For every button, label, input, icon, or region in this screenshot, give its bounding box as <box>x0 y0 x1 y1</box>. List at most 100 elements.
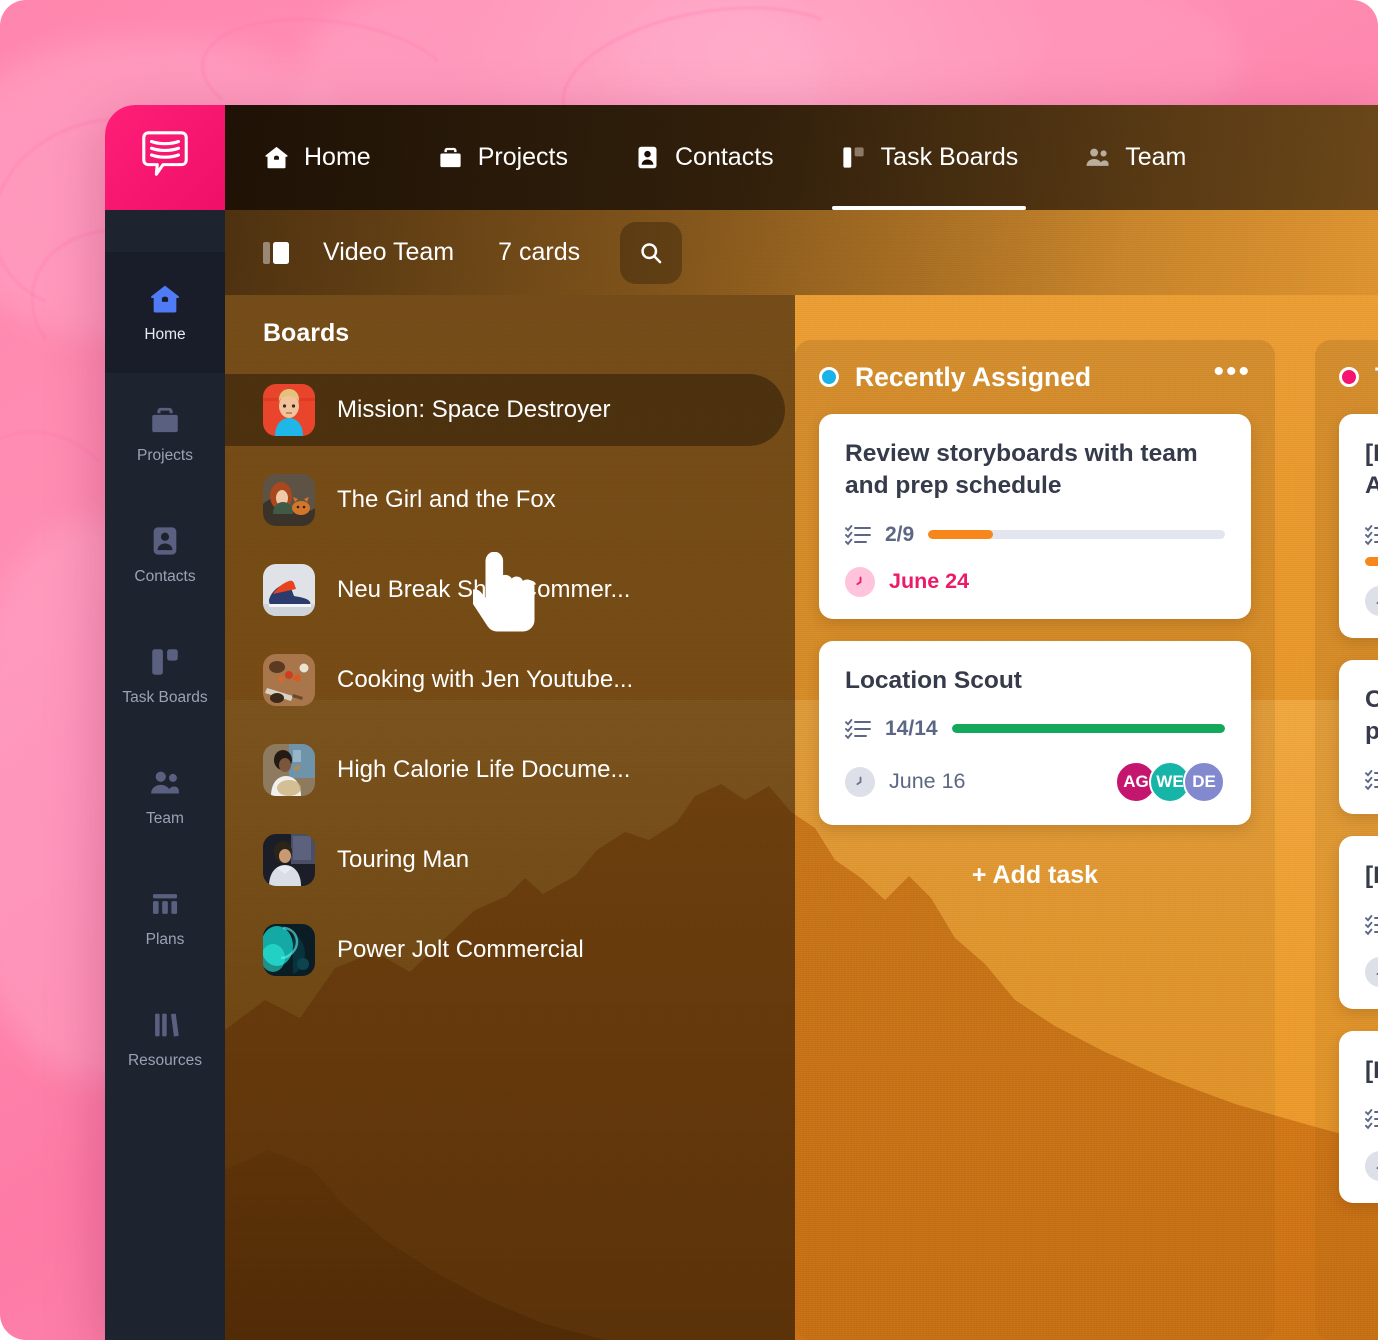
tab-contacts-label: Contacts <box>675 143 774 171</box>
task-due-row: Jul 12 - Jul ... <box>1365 956 1378 987</box>
sidebar-item-label: Contacts <box>134 567 196 585</box>
checklist-icon <box>845 718 871 740</box>
checklist-count: 14/14 <box>885 716 938 740</box>
briefcase-icon <box>148 403 182 437</box>
board-list-item-cooking-with-jen-youtube[interactable]: Cooking with Jen Youtube... <box>225 644 795 716</box>
task-due-row: Jul 4 - Jul ... <box>1365 585 1378 616</box>
tab-task-boards[interactable]: Task Boards <box>831 105 1026 210</box>
tab-projects[interactable]: Projects <box>437 105 568 210</box>
app-window: Home Projects Contacts Task Boards Team … <box>105 105 1378 1340</box>
sidebar-item-label: Team <box>146 809 184 827</box>
avatar[interactable]: DE <box>1183 760 1225 803</box>
task-progress-row: 8/36 <box>1365 1107 1378 1131</box>
board-thumbnail-man-car <box>263 834 315 886</box>
due-date: June 16 <box>889 769 966 794</box>
column-header: Recently Assigned ••• <box>819 340 1251 414</box>
app-logo[interactable] <box>105 105 225 210</box>
task-card[interactable]: Check with team on script progress 1/12 <box>1339 659 1378 815</box>
sidebar-item-resources[interactable]: Resources <box>105 978 225 1099</box>
sidebar-item-task-boards[interactable]: Task Boards <box>105 615 225 736</box>
checklist-icon <box>1365 1108 1378 1130</box>
add-task-button[interactable]: + Add task <box>819 847 1251 896</box>
progress-bar <box>928 530 1225 540</box>
board-list-item-high-calorie-life-documentary[interactable]: High Calorie Life Docume... <box>225 734 795 806</box>
search-button[interactable] <box>620 221 683 284</box>
sidebar-item-home[interactable]: Home <box>105 252 225 373</box>
clock-icon <box>1365 956 1378 987</box>
contact-card-icon <box>634 144 661 171</box>
tab-projects-label: Projects <box>477 143 568 171</box>
column-to-do: To Do [BTS] Organize shoot time on AV...… <box>1315 340 1378 1340</box>
board-name: Touring Man <box>337 846 470 873</box>
board-header-bar: Video Team 7 cards <box>225 210 1378 295</box>
board-thumbnail-astronaut <box>263 384 315 436</box>
home-icon <box>263 144 290 171</box>
card-count-label: 7 cards <box>498 238 581 266</box>
due-date: June 24 <box>889 569 970 594</box>
task-progress-row: 8/36 · 2 <box>1365 523 1378 547</box>
kanban-icon <box>261 236 295 270</box>
more-horizontal-icon[interactable]: ••• <box>1213 357 1251 388</box>
sidebar-item-label: Home <box>144 325 186 343</box>
column-status-dot <box>819 367 839 387</box>
task-card[interactable]: [BTS] Prep camera (file formats) 8/36 <box>1339 836 1378 1009</box>
top-navigation-bar: Home Projects Contacts Task Boards Team <box>225 105 1378 210</box>
progress-bar <box>1365 556 1378 566</box>
task-title: [BTS] Prep camera (file formats) <box>1365 1056 1378 1084</box>
board-name: Power Jolt Commercial <box>337 936 584 963</box>
task-card[interactable]: [BTS] Prep camera (file formats) 8/36 <box>1339 1030 1378 1203</box>
board-list-item-mission-space-destroyer[interactable]: Mission: Space Destroyer <box>225 374 785 446</box>
board-name: Mission: Space Destroyer <box>337 396 611 423</box>
clock-icon <box>845 566 875 597</box>
sidebar-item-projects[interactable]: Projects <box>105 373 225 494</box>
sidebar-item-label: Projects <box>137 446 193 464</box>
board-list-item-power-jolt-commercial[interactable]: Power Jolt Commercial <box>225 914 795 986</box>
board-name: High Calorie Life Docume... <box>337 756 631 783</box>
mouse-cursor-pointer <box>473 552 543 638</box>
left-sidebar-rail: Home Projects Contacts Task Boards Team <box>105 210 225 1340</box>
sidebar-item-plans[interactable]: Plans <box>105 857 225 978</box>
sidebar-item-label: Resources <box>127 1051 203 1069</box>
board-thumbnail-cooking <box>263 654 315 706</box>
task-progress-row: 1/12 <box>1365 768 1378 792</box>
task-title: [BTS] Organize shoot time on AV... <box>1365 440 1378 500</box>
board-list-item-the-girl-and-the-fox[interactable]: The Girl and the Fox <box>225 464 795 536</box>
task-title: Location Scout <box>845 666 1022 694</box>
column-header: To Do <box>1339 340 1378 414</box>
kanban-icon <box>840 144 867 171</box>
checklist-icon <box>1365 769 1378 791</box>
tab-contacts[interactable]: Contacts <box>634 105 774 210</box>
task-due-row: June 24 <box>845 566 1225 597</box>
checklist-icon <box>1365 914 1378 936</box>
search-icon <box>638 240 664 266</box>
kanban-icon <box>148 645 182 679</box>
sidebar-item-contacts[interactable]: Contacts <box>105 494 225 615</box>
column-recently-assigned: Recently Assigned ••• Review storyboards… <box>795 340 1275 1340</box>
sidebar-item-label: Plans <box>145 930 185 948</box>
board-thumbnail-girl-fox <box>263 474 315 526</box>
contact-card-icon <box>148 524 182 558</box>
tab-team[interactable]: Team <box>1084 105 1186 210</box>
task-card[interactable]: Location Scout 14/14 June 16 AG WE DE <box>819 640 1251 825</box>
task-progress-row: 2/9 <box>845 523 1225 547</box>
chat-bubble-lines-icon <box>136 128 194 187</box>
board-list-item-touring-man[interactable]: Touring Man <box>225 824 795 896</box>
task-card[interactable]: [BTS] Organize shoot time on AV... 8/36 … <box>1339 414 1378 638</box>
column-title: Recently Assigned <box>855 361 1092 392</box>
board-thumbnail-woman-eating <box>263 744 315 796</box>
task-card[interactable]: Review storyboards with team and prep sc… <box>819 414 1251 619</box>
board-thumbnail-neon-drink <box>263 924 315 976</box>
home-icon <box>148 282 182 316</box>
sidebar-item-team[interactable]: Team <box>105 736 225 857</box>
clock-icon <box>1365 585 1378 616</box>
columns-icon <box>148 887 182 921</box>
board-thumbnail-sneaker <box>263 564 315 616</box>
sidebar-item-label: Task Boards <box>122 688 208 706</box>
task-title: [BTS] Prep camera (file formats) <box>1365 862 1378 890</box>
tab-home[interactable]: Home <box>263 105 371 210</box>
tab-task-boards-label: Task Boards <box>880 143 1019 171</box>
main-content-area: Home Projects Contacts Task Boards Team … <box>225 105 1378 1340</box>
clock-icon <box>1365 1150 1378 1181</box>
task-due-row: Jul 12 - Jul ... <box>1365 1150 1378 1181</box>
board-title: Video Team <box>323 238 455 266</box>
